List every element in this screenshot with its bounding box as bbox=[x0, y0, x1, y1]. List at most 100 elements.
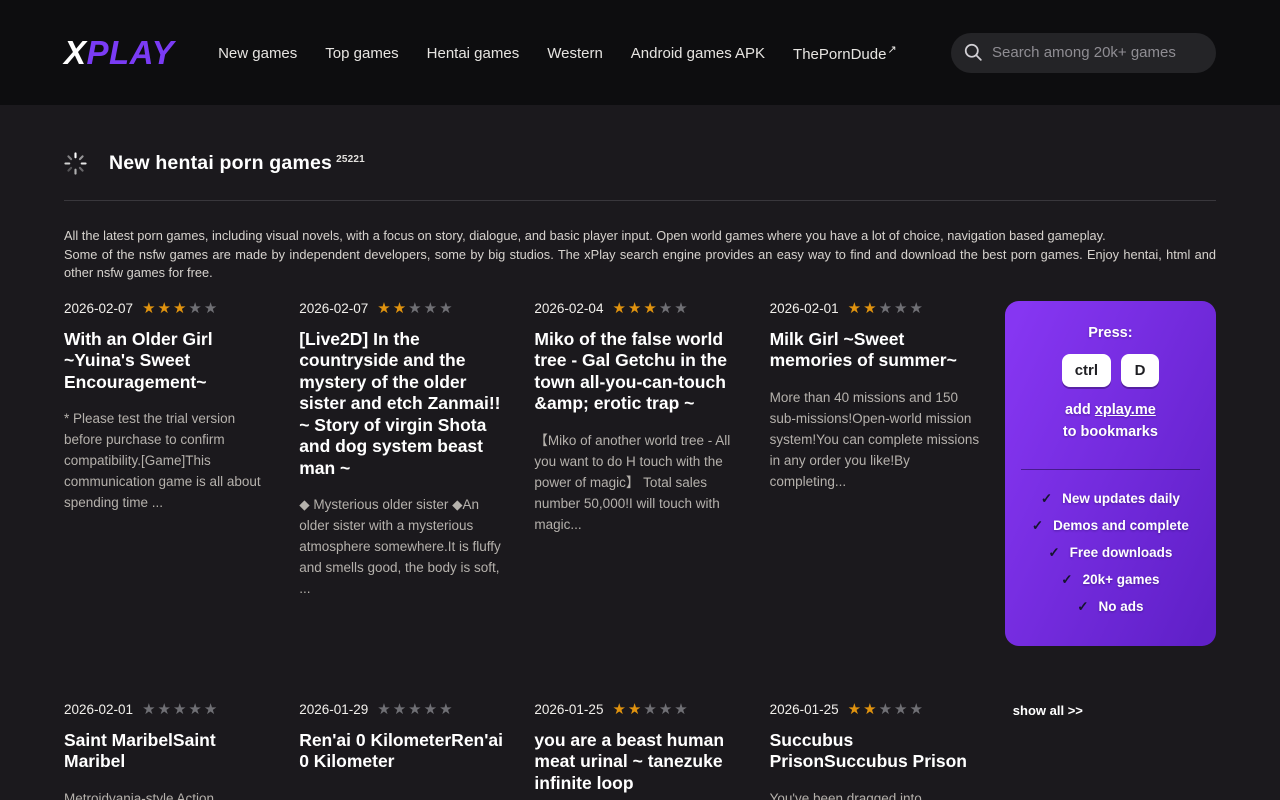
promo-feature-label: Demos and complete bbox=[1053, 518, 1189, 533]
add-bookmark-line: add xplay.me bbox=[1021, 402, 1200, 418]
checkmark-icon: ✓ bbox=[1048, 545, 1059, 561]
promo-feature-item: ✓ No ads bbox=[1077, 599, 1143, 615]
star-icon: ★ bbox=[158, 701, 173, 718]
promo-feature-list: ✓ New updates daily ✓ Demos and complete… bbox=[1021, 491, 1200, 615]
star-icon: ★ bbox=[204, 300, 219, 317]
logo-part-x: X bbox=[64, 34, 87, 71]
game-card: 2026-02-07 ★★★★★ [Live2D] In the country… bbox=[299, 301, 510, 600]
game-card-meta: 2026-01-25 ★★★★★ bbox=[770, 702, 981, 717]
star-icon: ★ bbox=[909, 300, 924, 317]
show-all-link[interactable]: show all >> bbox=[1013, 703, 1083, 718]
nav-item-label: ThePornDude bbox=[793, 46, 886, 63]
game-title-link[interactable]: With an Older Girl ~Yuina's Sweet Encour… bbox=[64, 329, 275, 394]
search-icon bbox=[964, 43, 983, 62]
game-description: More than 40 missions and 150 sub-missio… bbox=[770, 387, 981, 492]
games-row-1: 2026-02-07 ★★★★★ With an Older Girl ~Yui… bbox=[64, 301, 1216, 646]
star-icon: ★ bbox=[439, 300, 454, 317]
nav-item[interactable]: New games bbox=[218, 43, 298, 62]
game-date: 2026-01-25 bbox=[534, 702, 603, 717]
star-icon: ★ bbox=[173, 300, 188, 317]
game-date: 2026-01-29 bbox=[299, 702, 368, 717]
keyboard-key: ctrl bbox=[1062, 354, 1111, 387]
nav-item[interactable]: Western bbox=[547, 43, 604, 62]
game-card: 2026-01-29 ★★★★★ Ren'ai 0 KilometerRen'a… bbox=[299, 702, 510, 788]
external-link-icon: ↗ bbox=[887, 44, 896, 56]
promo-feature-item: ✓ New updates daily bbox=[1041, 491, 1180, 507]
game-title-link[interactable]: Saint MaribelSaint Maribel bbox=[64, 730, 275, 773]
logo-part-play: PLAY bbox=[87, 34, 175, 71]
checkmark-icon: ✓ bbox=[1061, 572, 1072, 588]
promo-feature-label: Free downloads bbox=[1070, 545, 1173, 560]
nav-item[interactable]: Android games APK bbox=[631, 43, 766, 62]
game-card: 2026-02-01 ★★★★★ Milk Girl ~Sweet memori… bbox=[770, 301, 981, 492]
game-card-meta: 2026-01-29 ★★★★★ bbox=[299, 702, 510, 717]
star-rating: ★★★★★ bbox=[377, 702, 454, 717]
game-description: Metroidvania-style Action... bbox=[64, 788, 275, 800]
game-date: 2026-02-01 bbox=[64, 702, 133, 717]
star-icon: ★ bbox=[879, 701, 894, 718]
show-all-cell: show all >> bbox=[1005, 702, 1216, 720]
add-label: add bbox=[1065, 402, 1095, 418]
star-icon: ★ bbox=[894, 701, 909, 718]
nav-item-label: Hentai games bbox=[427, 45, 520, 62]
star-icon: ★ bbox=[408, 300, 423, 317]
star-icon: ★ bbox=[628, 300, 643, 317]
nav-item[interactable]: ThePornDude↗ bbox=[793, 43, 897, 63]
games-row-2: 2026-02-01 ★★★★★ Saint MaribelSaint Mari… bbox=[64, 702, 1216, 800]
site-logo[interactable]: XPLAY bbox=[64, 34, 174, 72]
top-bar: XPLAY New games Top games Hentai games W… bbox=[0, 0, 1280, 105]
nav-item[interactable]: Hentai games bbox=[427, 43, 521, 62]
game-card-meta: 2026-02-01 ★★★★★ bbox=[64, 702, 275, 717]
checkmark-icon: ✓ bbox=[1032, 518, 1043, 534]
checkmark-icon: ✓ bbox=[1077, 599, 1088, 615]
star-icon: ★ bbox=[643, 701, 658, 718]
nav-item[interactable]: Top games bbox=[325, 43, 399, 62]
game-title-link[interactable]: Ren'ai 0 KilometerRen'ai 0 Kilometer bbox=[299, 730, 510, 773]
game-description: 【Miko of another world tree - All you wa… bbox=[534, 430, 745, 535]
game-title-link[interactable]: Succubus PrisonSuccubus Prison bbox=[770, 730, 981, 773]
star-rating: ★★★★★ bbox=[848, 301, 925, 316]
promo-feature-label: 20k+ games bbox=[1083, 572, 1160, 587]
star-icon: ★ bbox=[643, 300, 658, 317]
game-description: ◆ Mysterious older sister ◆An older sist… bbox=[299, 494, 510, 599]
game-title-link[interactable]: Miko of the false world tree - Gal Getch… bbox=[534, 329, 745, 415]
game-card: 2026-01-25 ★★★★★ Succubus PrisonSuccubus… bbox=[770, 702, 981, 800]
game-date: 2026-02-07 bbox=[64, 301, 133, 316]
star-icon: ★ bbox=[142, 300, 157, 317]
nav-item-label: Western bbox=[547, 45, 603, 62]
game-card: 2026-02-07 ★★★★★ With an Older Girl ~Yui… bbox=[64, 301, 275, 514]
star-icon: ★ bbox=[142, 701, 157, 718]
games-count-badge: 25221 bbox=[336, 154, 365, 165]
page-title-text: New hentai porn games bbox=[109, 152, 332, 174]
star-icon: ★ bbox=[408, 701, 423, 718]
promo-divider bbox=[1021, 469, 1200, 470]
game-card-meta: 2026-02-04 ★★★★★ bbox=[534, 301, 745, 316]
search-input[interactable] bbox=[992, 44, 1203, 61]
promo-feature-label: No ads bbox=[1099, 599, 1144, 614]
xplay-me-link[interactable]: xplay.me bbox=[1095, 402, 1156, 418]
game-card-meta: 2026-02-07 ★★★★★ bbox=[299, 301, 510, 316]
nav-item-label: New games bbox=[218, 45, 297, 62]
star-icon: ★ bbox=[377, 701, 392, 718]
game-title-link[interactable]: you are a beast human meat urinal ~ tane… bbox=[534, 730, 745, 795]
game-card: 2026-01-25 ★★★★★ you are a beast human m… bbox=[534, 702, 745, 800]
bookmark-promo-card: Press: ctrl D add xplay.me to bookmarks … bbox=[1005, 301, 1216, 646]
promo-feature-item: ✓ 20k+ games bbox=[1061, 572, 1159, 588]
star-rating: ★★★★★ bbox=[142, 301, 219, 316]
game-card: 2026-02-04 ★★★★★ Miko of the false world… bbox=[534, 301, 745, 535]
star-icon: ★ bbox=[173, 701, 188, 718]
star-icon: ★ bbox=[909, 701, 924, 718]
star-icon: ★ bbox=[393, 701, 408, 718]
intro-text: All the latest porn games, including vis… bbox=[64, 227, 1216, 283]
star-icon: ★ bbox=[879, 300, 894, 317]
game-title-link[interactable]: Milk Girl ~Sweet memories of summer~ bbox=[770, 329, 981, 372]
star-icon: ★ bbox=[894, 300, 909, 317]
star-icon: ★ bbox=[204, 701, 219, 718]
search-bar[interactable] bbox=[951, 33, 1216, 73]
key-combo: ctrl D bbox=[1021, 354, 1200, 387]
star-icon: ★ bbox=[188, 300, 203, 317]
to-bookmarks-label: to bookmarks bbox=[1021, 424, 1200, 440]
game-description: You've been dragged into... bbox=[770, 788, 981, 800]
star-icon: ★ bbox=[674, 701, 689, 718]
game-title-link[interactable]: [Live2D] In the countryside and the myst… bbox=[299, 329, 510, 480]
